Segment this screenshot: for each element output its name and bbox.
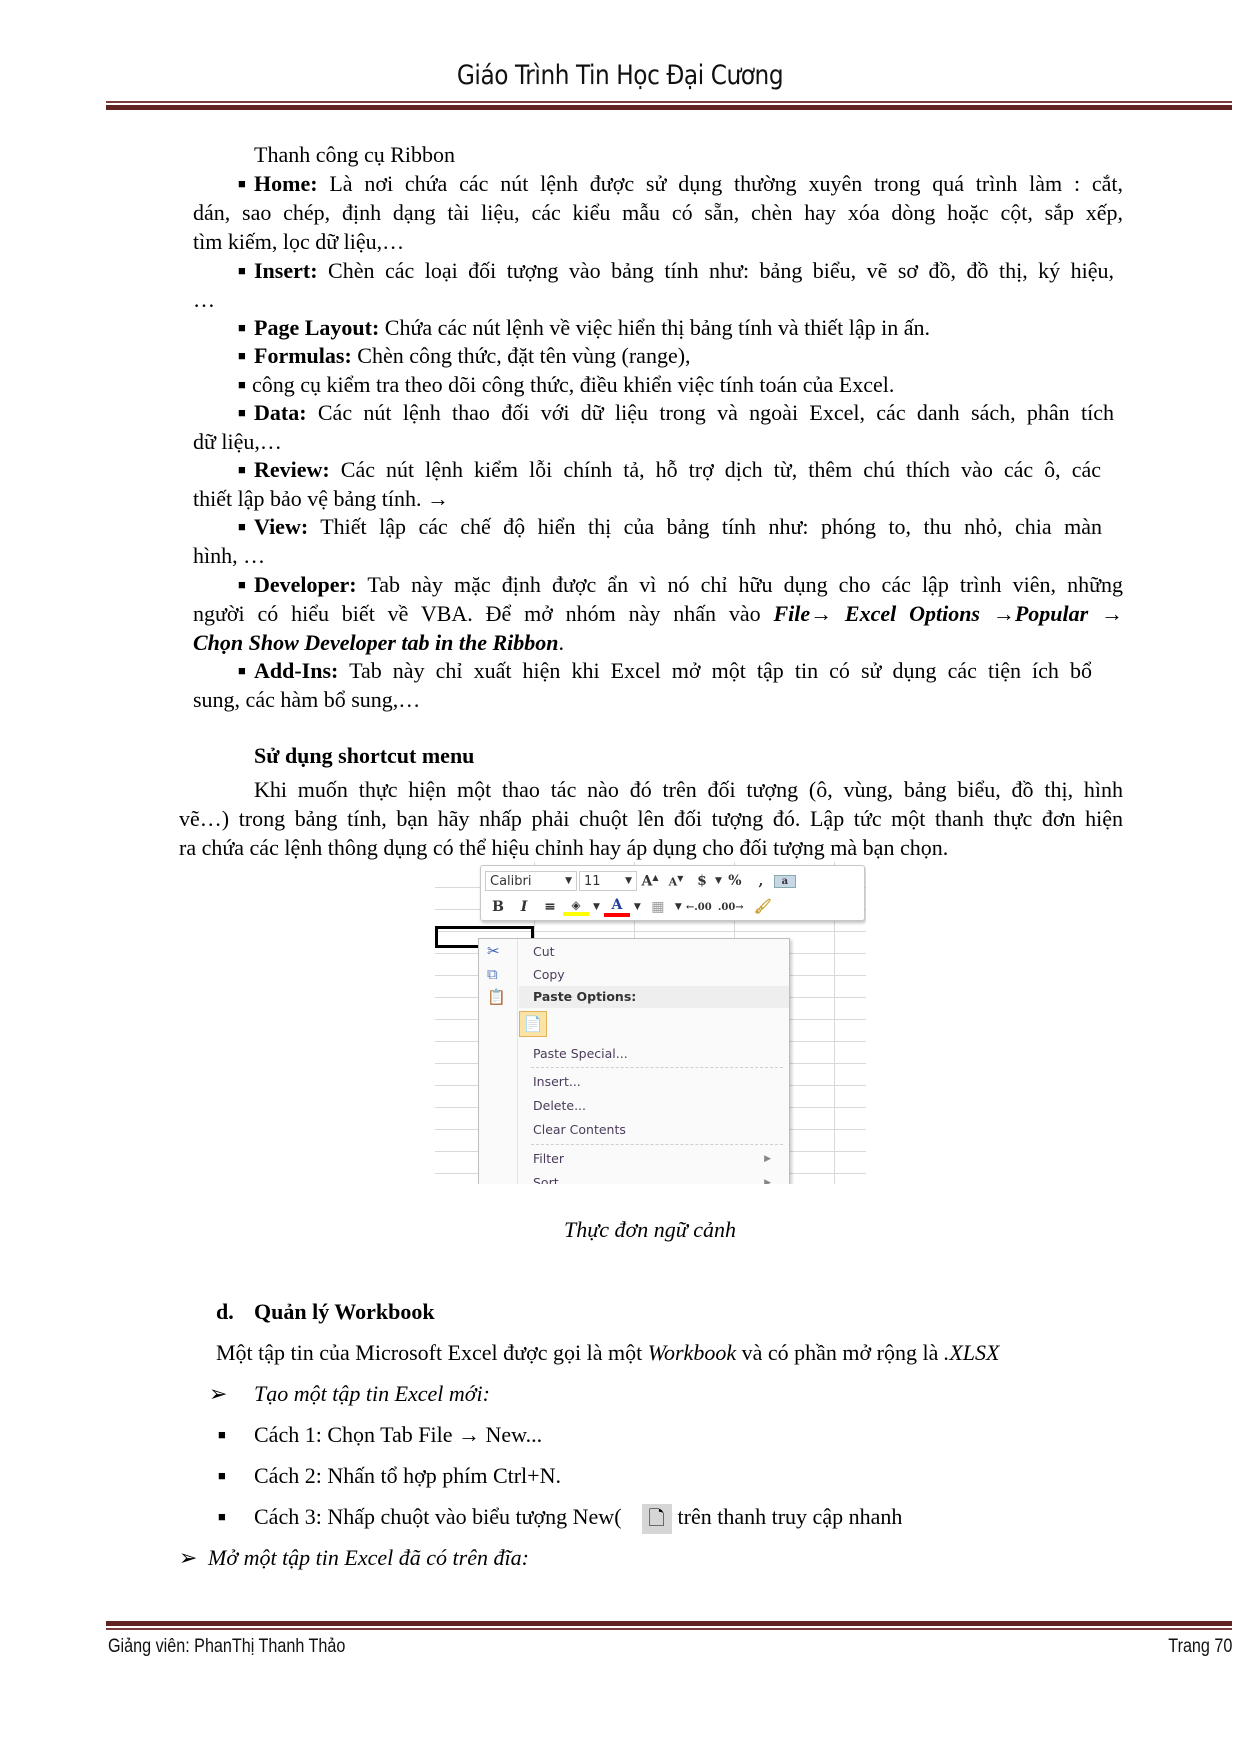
section-number: d. <box>216 1299 234 1324</box>
addins-line: Add-Ins: Tab này chỉ xuất hiện khi Excel… <box>254 658 1092 683</box>
chevron-down-icon[interactable]: ▼ <box>715 876 722 886</box>
insert-line: Insert: Chèn các loại đối tượng vào bảng… <box>254 258 1115 283</box>
way-1: Cách 1: Chọn Tab File → New... <box>254 1422 543 1447</box>
comma-style-icon[interactable]: , <box>748 873 774 889</box>
home-line: Home: Là nơi chứa các nút lệnh được sử d… <box>254 171 1123 196</box>
menu-item-paste-special[interactable]: Paste Special... <box>533 1043 783 1065</box>
view-line-2: hình, … <box>193 543 266 568</box>
bullet-icon: ■ <box>238 519 246 534</box>
paste-icon: 📋 <box>487 988 506 1006</box>
paste-option-icon[interactable]: 📄 <box>519 1011 547 1037</box>
align-center-icon[interactable]: ≡ <box>537 899 563 915</box>
arrow-bullet-icon: ➢ <box>209 1381 228 1406</box>
shrink-font-icon[interactable]: A▼ <box>663 873 689 889</box>
bullet-icon: ■ <box>238 263 246 278</box>
percent-icon[interactable]: % <box>722 873 748 889</box>
header-rule <box>106 101 1232 110</box>
developer-line-3: Chọn Show Developer tab in the Ribbon. <box>193 630 565 655</box>
developer-line-2: người có hiểu biết về VBA. Để mở nhóm nà… <box>193 601 1124 626</box>
font-color-icon[interactable]: A <box>603 897 630 917</box>
decrease-decimal-icon[interactable]: .00→ <box>718 902 744 913</box>
new-file-title: Tạo một tập tin Excel mới: <box>254 1381 490 1406</box>
chevron-down-icon: ▼ <box>565 876 572 886</box>
addins-line-2: sung, các hàm bổ sung,… <box>193 687 421 712</box>
open-file-title: Mở một tập tin Excel đã có trên đĩa: <box>208 1545 529 1570</box>
bullet-icon: ■ <box>238 348 246 363</box>
bullet-icon: ■ <box>238 577 246 592</box>
shortcut-para-1: Khi muốn thực hiện một thao tác nào đó t… <box>254 777 1123 802</box>
format-painter-icon[interactable]: 🖌 <box>750 899 776 915</box>
data-line-2: dữ liệu,… <box>193 429 282 454</box>
increase-decimal-icon[interactable]: ←.00 <box>686 902 712 913</box>
chevron-down-icon[interactable]: ▼ <box>675 902 682 912</box>
pagelayout-line: Page Layout: Chứa các nút lệnh về việc h… <box>254 315 931 340</box>
bullet-icon: ■ <box>218 1509 226 1524</box>
bullet-icon: ■ <box>238 320 246 335</box>
menu-item-sort[interactable]: Sort ▶ <box>533 1172 783 1184</box>
footer-rule <box>106 1621 1232 1630</box>
ribbon-heading: Thanh công cụ Ribbon <box>254 142 456 167</box>
submenu-arrow-icon: ▶ <box>764 1178 771 1184</box>
data-line: Data: Các nút lệnh thao đối với dữ liệu … <box>254 400 1114 425</box>
shortcut-para-2: vẽ…) trong bảng tính, bạn hãy nhấp phải … <box>179 806 1123 831</box>
chevron-down-icon: ▼ <box>625 876 632 886</box>
fill-color-icon[interactable]: ◈ <box>563 898 589 916</box>
bullet-icon: ■ <box>218 1427 226 1442</box>
page-number: Trang 70 <box>1167 1636 1232 1657</box>
bullet-icon: ■ <box>238 405 246 420</box>
formulas-line: Formulas: Chèn công thức, đặt tên vùng (… <box>254 343 691 368</box>
grow-font-icon[interactable]: A▲ <box>637 872 663 890</box>
view-line: View: Thiết lập các chế độ hiển thị của … <box>254 514 1102 539</box>
menu-item-delete[interactable]: Delete... <box>533 1095 783 1117</box>
font-size-dropdown[interactable]: 11 ▼ <box>579 871 637 891</box>
tools-line: công cụ kiểm tra theo dõi công thức, điề… <box>252 372 895 397</box>
figure-caption: Thực đơn ngữ cảnh <box>563 1217 736 1242</box>
currency-icon[interactable]: $ <box>689 873 715 889</box>
arrow-bullet-icon: ➢ <box>179 1545 198 1570</box>
mini-toolbar: Calibri ▼ 11 ▼ A▲ A▼ $ ▼ % , a B I ≡ ◈ ▼ A… <box>480 865 865 921</box>
menu-item-clear-contents[interactable]: Clear Contents <box>533 1119 783 1141</box>
font-name-dropdown[interactable]: Calibri ▼ <box>485 871 577 891</box>
bullet-icon: ■ <box>218 1468 226 1483</box>
scissors-icon: ✂ <box>487 942 500 960</box>
menu-item-filter[interactable]: Filter ▶ <box>533 1148 783 1170</box>
page-header-title: Giáo Trình Tin Học Đại Cương <box>456 60 784 91</box>
shortcut-heading: Sử dụng shortcut menu <box>254 743 475 768</box>
bullet-icon: ■ <box>238 377 246 392</box>
developer-line: Developer: Tab này mặc định được ẩn vì n… <box>254 572 1123 597</box>
footer-author: Giảng viên: PhanThị Thanh Thảo <box>108 1636 346 1657</box>
italic-icon[interactable]: I <box>511 899 537 915</box>
copy-icon: ⧉ <box>487 965 498 983</box>
bold-icon[interactable]: B <box>485 899 511 915</box>
chevron-down-icon[interactable]: ▼ <box>593 902 600 912</box>
menu-item-paste-options: Paste Options: <box>519 986 789 1008</box>
submenu-arrow-icon: ▶ <box>764 1154 771 1164</box>
review-line: Review: Các nút lệnh kiểm lỗi chính tả, … <box>254 457 1101 482</box>
home-line-3: tìm kiếm, lọc dữ liệu,… <box>193 229 405 254</box>
context-menu: ✂ Cut ⧉ Copy 📋 Paste Options: 📄 Paste Sp… <box>478 938 790 1184</box>
chevron-down-icon[interactable]: ▼ <box>634 902 641 912</box>
insert-line-2: … <box>193 287 215 312</box>
home-line-2: dán, sao chép, định dạng tài liệu, các k… <box>193 200 1123 225</box>
way-3: Cách 3: Nhấp chuột vào biểu tượng New(🗋 t… <box>254 1502 902 1534</box>
bullet-icon: ■ <box>238 663 246 678</box>
borders-icon[interactable]: ▦ <box>645 899 671 915</box>
review-line-2: thiết lập bảo vệ bảng tính. → <box>193 486 449 511</box>
menu-item-cut[interactable]: Cut <box>533 941 783 963</box>
bullet-icon: ■ <box>238 176 246 191</box>
new-document-icon: 🗋 <box>641 1503 672 1534</box>
context-menu-screenshot: Calibri ▼ 11 ▼ A▲ A▼ $ ▼ % , a B I ≡ ◈ ▼ A… <box>435 862 866 1184</box>
section-heading: Quản lý Workbook <box>254 1299 435 1324</box>
way-2: Cách 2: Nhấn tổ hợp phím Ctrl+N. <box>254 1463 561 1488</box>
workbook-intro: Một tập tin của Microsoft Excel được gọi… <box>216 1340 1000 1365</box>
menu-item-copy[interactable]: Copy <box>533 964 783 986</box>
shortcut-para-3: ra chứa các lệnh thông dụng có thể hiệu … <box>179 835 949 860</box>
menu-item-insert[interactable]: Insert... <box>533 1071 783 1093</box>
merge-center-icon[interactable]: a <box>773 874 796 888</box>
bullet-icon: ■ <box>238 462 246 477</box>
